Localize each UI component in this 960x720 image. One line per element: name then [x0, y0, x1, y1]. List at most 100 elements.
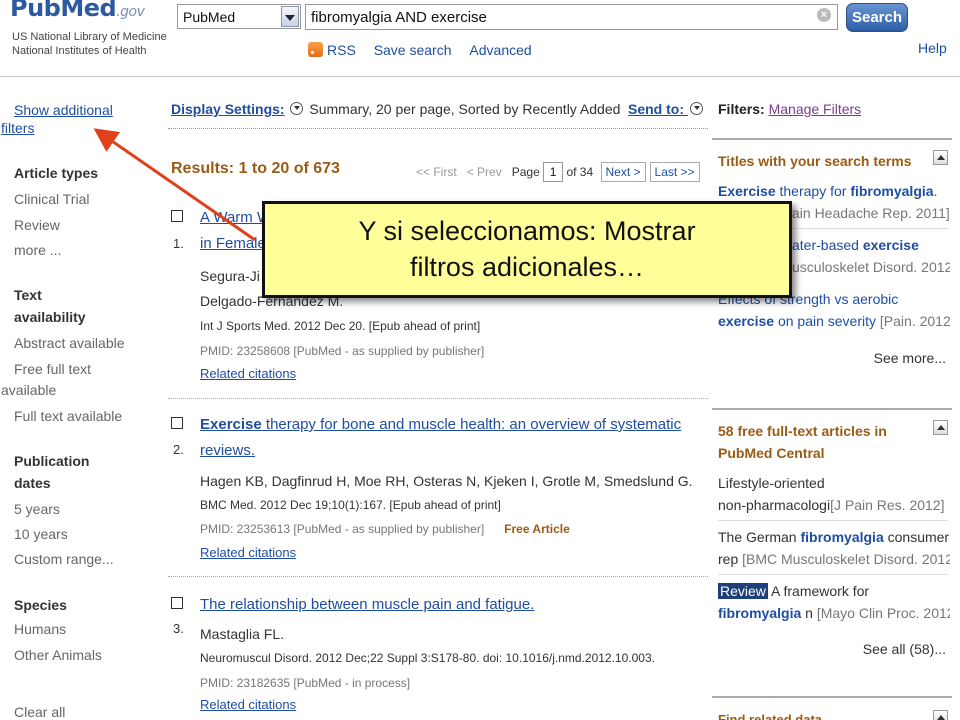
- text-availability-heading: Text: [14, 287, 42, 303]
- display-settings-bar: Display Settings: Summary, 20 per page, …: [171, 101, 620, 117]
- pager-last[interactable]: Last >>: [649, 162, 700, 182]
- display-settings-chevron-icon[interactable]: [290, 102, 304, 115]
- filter-custom-range[interactable]: Custom range...: [14, 551, 114, 567]
- results-count: Results: 1 to 20 of 673: [171, 160, 340, 177]
- separator: [718, 520, 948, 521]
- result-number: 2.: [173, 442, 184, 457]
- display-settings-link[interactable]: Display Settings:: [171, 101, 285, 117]
- free-box-link[interactable]: rep [BMC Musculoskelet Disord. 2012]: [718, 548, 950, 570]
- free-box-link[interactable]: The German fibromyalgia consumer: [718, 526, 950, 548]
- manage-filters-link[interactable]: Manage Filters: [769, 101, 862, 117]
- src: [Pain. 2012]: [876, 313, 950, 329]
- logo-line-nih: National Institutes of Health: [12, 45, 147, 57]
- pager-first[interactable]: << First: [416, 165, 457, 179]
- search-input-value: fibromyalgia AND exercise: [311, 9, 487, 26]
- filter-10-years[interactable]: 10 years: [14, 526, 68, 542]
- result-journal: BMC Med. 2012 Dec 19;10(1):167. [Epub ah…: [200, 498, 501, 512]
- result-pmid: PMID: 23258608 [PubMed - as supplied by …: [200, 344, 485, 358]
- txt: A framework for: [767, 583, 870, 599]
- result-title-2[interactable]: reviews.: [200, 439, 255, 462]
- src: [Mayo Clin Proc. 2012]: [812, 605, 950, 621]
- result-authors: Segura-Ji: [200, 268, 260, 284]
- clear-all-link[interactable]: Clear all: [14, 704, 65, 720]
- database-select[interactable]: PubMed: [177, 4, 301, 29]
- save-search-link[interactable]: Save search: [374, 42, 452, 58]
- related-citations-link[interactable]: Related citations: [200, 366, 296, 381]
- divider: [168, 128, 708, 129]
- clear-search-icon[interactable]: ×: [817, 8, 831, 22]
- pubmed-logo[interactable]: PubMed.gov: [10, 0, 145, 22]
- header: PubMed.gov US National Library of Medici…: [0, 0, 960, 76]
- pager-page-label: Page: [511, 165, 540, 179]
- filter-free-full-text-2[interactable]: available: [1, 382, 56, 398]
- result-number: 3.: [173, 621, 184, 636]
- filter-free-full-text[interactable]: Free full text: [14, 361, 91, 377]
- send-to-chevron-icon[interactable]: [689, 102, 703, 115]
- titles-box-title: Titles with your search terms: [718, 153, 912, 169]
- result-checkbox[interactable]: [171, 597, 183, 609]
- pager-next[interactable]: Next >: [600, 162, 646, 182]
- filter-more-article-types[interactable]: more ...: [14, 242, 61, 258]
- collapse-icon[interactable]: [933, 150, 948, 165]
- free-box-link[interactable]: Review A framework for: [718, 580, 950, 602]
- chevron-down-icon[interactable]: [281, 6, 299, 27]
- txt: on pain severity: [774, 313, 877, 329]
- txt: Lifestyle-oriented: [718, 475, 825, 491]
- search-button[interactable]: Search: [846, 3, 908, 32]
- search-input[interactable]: fibromyalgia AND exercise: [305, 4, 838, 30]
- advanced-link[interactable]: Advanced: [469, 42, 531, 58]
- show-additional-filters-link[interactable]: Show additional: [14, 100, 113, 120]
- collapse-icon[interactable]: [933, 420, 948, 435]
- help-link[interactable]: Help: [918, 40, 947, 56]
- txt: ater-based: [792, 237, 863, 253]
- result-title-text: therapy for bone and muscle health: an o…: [261, 416, 682, 433]
- rss-icon: [308, 42, 323, 57]
- result-title[interactable]: Exercise therapy for bone and muscle hea…: [200, 413, 681, 436]
- see-all-link[interactable]: See all (58)...: [863, 641, 946, 657]
- send-to-label: Send to:: [628, 101, 684, 117]
- free-box-link[interactable]: non-pharmacologi[J Pain Res. 2012]: [718, 494, 950, 516]
- filter-5-years[interactable]: 5 years: [14, 501, 60, 517]
- result-checkbox[interactable]: [171, 210, 183, 222]
- free-box-link[interactable]: Lifestyle-oriented: [718, 472, 950, 494]
- titles-box-link[interactable]: Exercise therapy for fibromyalgia.: [718, 180, 950, 202]
- txt: The German: [718, 529, 801, 545]
- txt: consumer: [883, 529, 950, 545]
- free-article-link[interactable]: Free Article: [504, 522, 570, 536]
- rss-label: RSS: [327, 42, 356, 58]
- filter-clinical-trial[interactable]: Clinical Trial: [14, 191, 89, 207]
- filter-other-animals[interactable]: Other Animals: [14, 647, 102, 663]
- related-citations-link[interactable]: Related citations: [200, 697, 296, 712]
- collapse-icon[interactable]: [933, 710, 948, 720]
- titles-box-link[interactable]: exercise on pain severity [Pain. 2012]: [718, 310, 950, 332]
- filter-review[interactable]: Review: [14, 217, 60, 233]
- publication-dates-heading-2: dates: [14, 475, 51, 491]
- free-box-title-2: PubMed Central: [718, 445, 825, 461]
- show-additional-filters-link-2[interactable]: filters: [1, 120, 34, 136]
- titles-box-link[interactable]: ater-based exercise: [792, 234, 950, 256]
- filter-humans[interactable]: Humans: [14, 621, 66, 637]
- find-related-heading: Find related data: [718, 712, 823, 720]
- logo-gov-text: .gov: [116, 4, 145, 20]
- pager-prev[interactable]: < Prev: [467, 165, 502, 179]
- header-divider: [0, 76, 960, 77]
- review-badge: Review: [718, 583, 768, 599]
- filter-abstract-available[interactable]: Abstract available: [14, 335, 125, 351]
- result-title[interactable]: A Warm W: [200, 206, 271, 229]
- result-checkbox[interactable]: [171, 417, 183, 429]
- related-citations-link[interactable]: Related citations: [200, 545, 296, 560]
- result-title-2[interactable]: in Female: [200, 232, 266, 255]
- see-more-link[interactable]: See more...: [874, 350, 946, 366]
- result-title[interactable]: The relationship between muscle pain and…: [200, 593, 534, 616]
- article-types-heading: Article types: [14, 165, 99, 181]
- filter-full-text-available[interactable]: Full text available: [14, 408, 122, 424]
- hl: Exercise: [718, 183, 776, 199]
- divider: [168, 398, 708, 399]
- free-box-link[interactable]: fibromyalgia n [Mayo Clin Proc. 2012]: [718, 602, 950, 624]
- callout-line-1: Y si seleccionamos: Mostrar: [358, 216, 696, 246]
- callout-box: Y si seleccionamos: Mostrar filtros adic…: [262, 201, 792, 298]
- rss-link[interactable]: RSS: [308, 42, 356, 58]
- result-pmid-text: PMID: 23253613 [PubMed - as supplied by …: [200, 522, 485, 536]
- pager-page-input[interactable]: 1: [543, 162, 564, 182]
- send-to-link[interactable]: Send to:: [628, 101, 705, 117]
